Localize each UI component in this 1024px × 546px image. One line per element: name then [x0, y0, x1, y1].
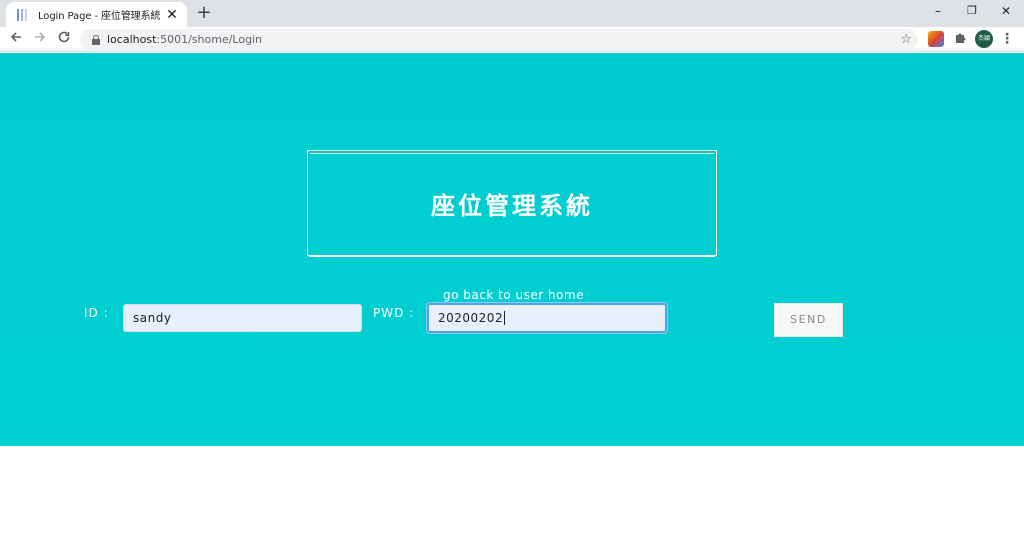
url-path: :5001/shome/Login: [156, 33, 263, 46]
close-icon[interactable]: ✕: [165, 8, 179, 22]
star-icon[interactable]: ☆: [900, 31, 912, 48]
avatar[interactable]: 杰穎: [975, 30, 993, 48]
back-arrow-icon[interactable]: [7, 30, 25, 48]
browser-tab-login-page[interactable]: Login Page - 座位管理系統 ✕: [6, 2, 187, 27]
minimize-window-button[interactable]: –: [924, 2, 952, 20]
id-input-value: sandy: [133, 311, 172, 325]
lock-icon: [92, 34, 100, 45]
tab-title: Login Page - 座位管理系統: [38, 11, 161, 22]
pwd-input-value: 20200202: [438, 311, 504, 325]
pwd-input[interactable]: 20200202: [427, 303, 667, 333]
more-menu-icon[interactable]: ⋮: [1000, 31, 1014, 47]
browser-toolbar: localhost:5001/shome/Login ☆: [0, 27, 1024, 52]
text-caret: [504, 311, 506, 325]
extension-icon[interactable]: [928, 31, 944, 47]
plus-icon[interactable]: +: [194, 3, 214, 23]
forward-arrow-icon[interactable]: [31, 30, 49, 48]
send-button[interactable]: SEND: [774, 303, 843, 337]
page-favicon-icon: [16, 8, 30, 22]
page-title: 座位管理系統: [431, 191, 593, 220]
login-hero: 座位管理系統 ID : sandy PWD : go back to user …: [0, 53, 1024, 446]
pwd-label: PWD :: [373, 306, 415, 320]
restore-window-button[interactable]: ❐: [958, 2, 986, 20]
url-host: localhost: [107, 33, 157, 46]
title-frame: 座位管理系統: [307, 150, 717, 256]
id-input[interactable]: sandy: [123, 304, 362, 332]
close-window-button[interactable]: ✕: [992, 2, 1020, 20]
back-to-user-home-link[interactable]: go back to user home: [443, 288, 584, 302]
reload-icon[interactable]: [55, 30, 73, 48]
page-footer-space: [0, 446, 1024, 546]
puzzle-icon[interactable]: [952, 31, 968, 47]
id-label: ID :: [84, 306, 109, 320]
address-bar[interactable]: localhost:5001/shome/Login ☆: [80, 29, 918, 50]
browser-tabstrip: Login Page - 座位管理系統 ✕ + – ❐ ✕: [0, 0, 1024, 27]
